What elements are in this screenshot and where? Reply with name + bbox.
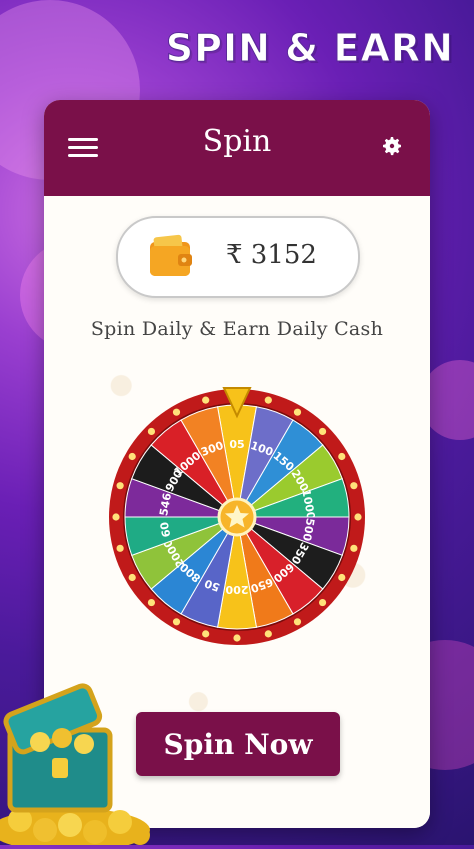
banner-title: SPIN & EARN — [165, 26, 454, 71]
rim-bulb — [116, 482, 124, 490]
wheel-segment-label: 200 — [225, 583, 248, 596]
gear-icon[interactable] — [380, 134, 404, 162]
rim-bulb — [202, 630, 210, 638]
rim-bulb — [202, 396, 210, 404]
wheel-segment-label: 05 — [229, 438, 244, 451]
wallet-icon — [148, 234, 194, 282]
rim-bulb — [293, 408, 302, 416]
rim-bulb — [350, 482, 358, 490]
app-bar: Spin — [44, 100, 430, 196]
spin-wheel[interactable]: 05 100 150 200 1000 500 350 600 650 200 50 800 2000 6… — [106, 386, 368, 652]
rim-bulb — [318, 598, 327, 607]
wheel-segment-label: 60 — [158, 521, 174, 539]
rim-bulb — [354, 513, 362, 521]
wheel-graphic: 05 10015020010005003506006502005080020006… — [109, 387, 365, 645]
rim-bulb — [293, 618, 302, 626]
rim-bulb — [147, 427, 156, 436]
rim-bulb — [128, 573, 136, 582]
rim-bulb — [128, 452, 136, 461]
treasure-chest-icon — [0, 670, 150, 849]
rim-bulb — [350, 544, 358, 552]
rim-bulb — [233, 634, 241, 642]
rim-bulb — [338, 452, 346, 461]
spin-now-button[interactable]: Spin Now — [136, 712, 340, 776]
rim-bulb — [147, 598, 156, 607]
rim-bulb — [172, 618, 181, 626]
tagline: Spin Daily & Earn Daily Cash — [90, 318, 384, 340]
balance-amount: ₹ 3152 — [226, 240, 317, 270]
page-title: Spin — [202, 124, 272, 159]
rim-bulb — [338, 573, 346, 582]
balance-pill: ₹ 3152 — [116, 216, 360, 298]
rim-bulb — [318, 427, 327, 436]
rim-bulb — [264, 396, 272, 404]
rim-bulb — [172, 408, 181, 416]
rim-bulb — [116, 544, 124, 552]
rim-bulb — [112, 513, 120, 521]
rim-bulb — [264, 630, 272, 638]
